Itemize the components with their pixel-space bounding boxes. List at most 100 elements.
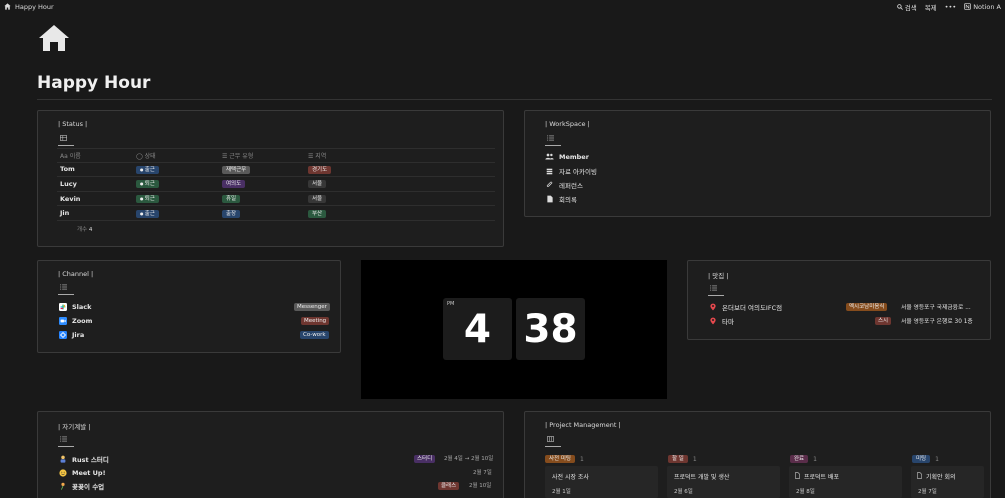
channel-item-label: Slack	[72, 302, 92, 311]
region-tag[interactable]: 경기도	[308, 165, 332, 174]
board-column-header[interactable]: 미팅 1	[912, 455, 939, 463]
table-view-icon[interactable]	[60, 135, 67, 141]
view-tab-underline	[58, 145, 74, 146]
work-type-tag[interactable]: 출장	[222, 209, 241, 218]
food-tag[interactable]: 멕시코남미음식	[846, 303, 888, 311]
list-item[interactable]: Slack	[58, 302, 91, 311]
list-item[interactable]: Member	[545, 152, 589, 161]
list-item[interactable]: Rust 스터디	[58, 454, 109, 464]
card-title: 사전 시장 조사	[552, 474, 589, 481]
board-column-label: 할 일	[668, 455, 688, 463]
row-name[interactable]: Lucy	[57, 180, 133, 188]
card-title: 프로덕트 개발 및 생산	[674, 474, 730, 481]
self-dev-item-label: Rust 스터디	[72, 456, 109, 464]
flip-clock-widget: PM 4 38	[361, 260, 667, 399]
column-header-name[interactable]: Aa 이름	[57, 151, 133, 160]
count-label: 개수	[77, 227, 88, 233]
page-title[interactable]: Happy Hour	[37, 73, 150, 93]
workspace-item-label: 자료 아카이빙	[559, 168, 597, 176]
location-pin-icon	[708, 317, 717, 326]
clock-ampm: PM	[447, 301, 455, 307]
self-dev-tag[interactable]: 클래스	[438, 482, 460, 490]
search-button[interactable]: 검색	[896, 2, 917, 12]
clock-hour: PM 4	[443, 298, 512, 360]
table-row[interactable]: Jin 출근 출장 부산	[57, 206, 495, 221]
duplicate-button[interactable]: 복제	[925, 2, 937, 12]
list-item[interactable]: 타마	[708, 316, 734, 326]
row-name[interactable]: Tom	[57, 165, 133, 173]
list-item[interactable]: 회의록	[545, 194, 577, 204]
self-dev-tag[interactable]: 스터디	[414, 455, 436, 463]
board-card[interactable]: 기획안 회의 2월 7일	[911, 466, 984, 498]
notion-ai-label: Notion A	[973, 2, 1001, 11]
board-card[interactable]: 프로덕트 배포 2월 8일	[789, 466, 902, 498]
state-tag[interactable]: 퇴근	[136, 180, 159, 189]
state-tag[interactable]: 출근	[136, 165, 159, 174]
board-card[interactable]: 프로덕트 개발 및 생산 2월 6일	[667, 466, 780, 498]
notion-ai-button[interactable]: Notion A	[964, 3, 1001, 11]
food-tag[interactable]: 스시	[875, 317, 892, 325]
work-type-tag[interactable]: 재택근무	[222, 165, 251, 174]
view-tab-underline	[58, 446, 74, 447]
self-dev-date: 2월 4일 → 2월 10일	[444, 454, 493, 462]
clock-minute-value: 38	[523, 306, 578, 352]
list-item[interactable]: 꽃꽂이 수업	[58, 481, 104, 491]
project-title: | Project Management |	[545, 421, 621, 429]
board-view-icon[interactable]	[547, 436, 554, 442]
self-dev-date: 2월 7일	[473, 468, 492, 476]
table-row[interactable]: Tom 출근 재택근무 경기도	[57, 163, 495, 178]
breadcrumb[interactable]: Happy Hour	[4, 3, 54, 11]
notion-icon	[964, 3, 971, 10]
column-header-state[interactable]: ◯ 상태	[133, 151, 219, 160]
list-item[interactable]: 온더보더 여의도IFC점	[708, 302, 782, 312]
board-column-count: 1	[692, 455, 697, 463]
list-item[interactable]: Meet Up!	[58, 468, 106, 477]
region-tag[interactable]: 서울	[308, 180, 327, 189]
region-tag[interactable]: 서울	[308, 195, 327, 204]
channel-tag[interactable]: Co-work	[300, 331, 329, 339]
column-header-region[interactable]: ☰ 지역	[305, 151, 495, 160]
view-tab-underline	[58, 294, 74, 295]
list-item[interactable]: 레퍼런스	[545, 180, 583, 190]
board-column-header[interactable]: 완료 1	[790, 455, 817, 463]
list-view-icon[interactable]	[547, 135, 554, 141]
list-view-icon[interactable]	[710, 285, 717, 291]
search-icon	[896, 3, 903, 10]
workspace-item-label: Member	[559, 152, 589, 161]
list-view-icon[interactable]	[60, 436, 67, 442]
more-button[interactable]: •••	[945, 3, 957, 11]
row-name[interactable]: Kevin	[57, 195, 133, 203]
work-type-tag[interactable]: 여의도	[222, 180, 246, 189]
table-row[interactable]: Kevin 퇴근 휴일 서울	[57, 192, 495, 207]
page-home-icon[interactable]	[38, 24, 70, 52]
food-title: | 맛집 |	[708, 272, 729, 280]
slack-icon	[58, 302, 67, 311]
jira-icon	[58, 330, 67, 339]
food-address-text: 서울 영등포구 국제금융로 ...	[901, 305, 971, 311]
column-header-work-type[interactable]: ☰ 근무 유형	[219, 151, 305, 160]
view-tab-underline	[708, 295, 724, 296]
region-tag[interactable]: 부산	[308, 209, 327, 218]
channel-tag[interactable]: Messenger	[294, 303, 330, 311]
board-card[interactable]: 사전 시장 조사 2월 1일	[545, 466, 658, 498]
view-tab-underline	[545, 446, 561, 447]
list-item[interactable]: 자료 아카이빙	[545, 166, 597, 176]
list-view-icon[interactable]	[60, 284, 67, 290]
document-icon	[545, 195, 554, 204]
row-name[interactable]: Jin	[57, 209, 133, 217]
board-column-header[interactable]: 할 일 1	[668, 455, 697, 463]
work-type-tag[interactable]: 휴일	[222, 195, 241, 204]
list-item[interactable]: Jira	[58, 330, 84, 339]
board-column-header[interactable]: 사전 미팅 1	[545, 455, 584, 463]
self-dev-date-text: 2월 7일	[473, 470, 492, 476]
table-row[interactable]: Lucy 퇴근 여의도 서울	[57, 177, 495, 192]
workspace-item-label: 회의록	[559, 196, 577, 204]
list-item[interactable]: Zoom	[58, 316, 92, 325]
state-tag[interactable]: 퇴근	[136, 195, 159, 204]
workspace-title: | WorkSpace |	[545, 120, 590, 128]
state-tag[interactable]: 출근	[136, 209, 159, 218]
food-item-label: 타마	[722, 318, 734, 326]
search-label: 검색	[904, 3, 917, 12]
channel-tag[interactable]: Meeting	[301, 317, 330, 325]
breadcrumb-page-name[interactable]: Happy Hour	[15, 3, 54, 11]
